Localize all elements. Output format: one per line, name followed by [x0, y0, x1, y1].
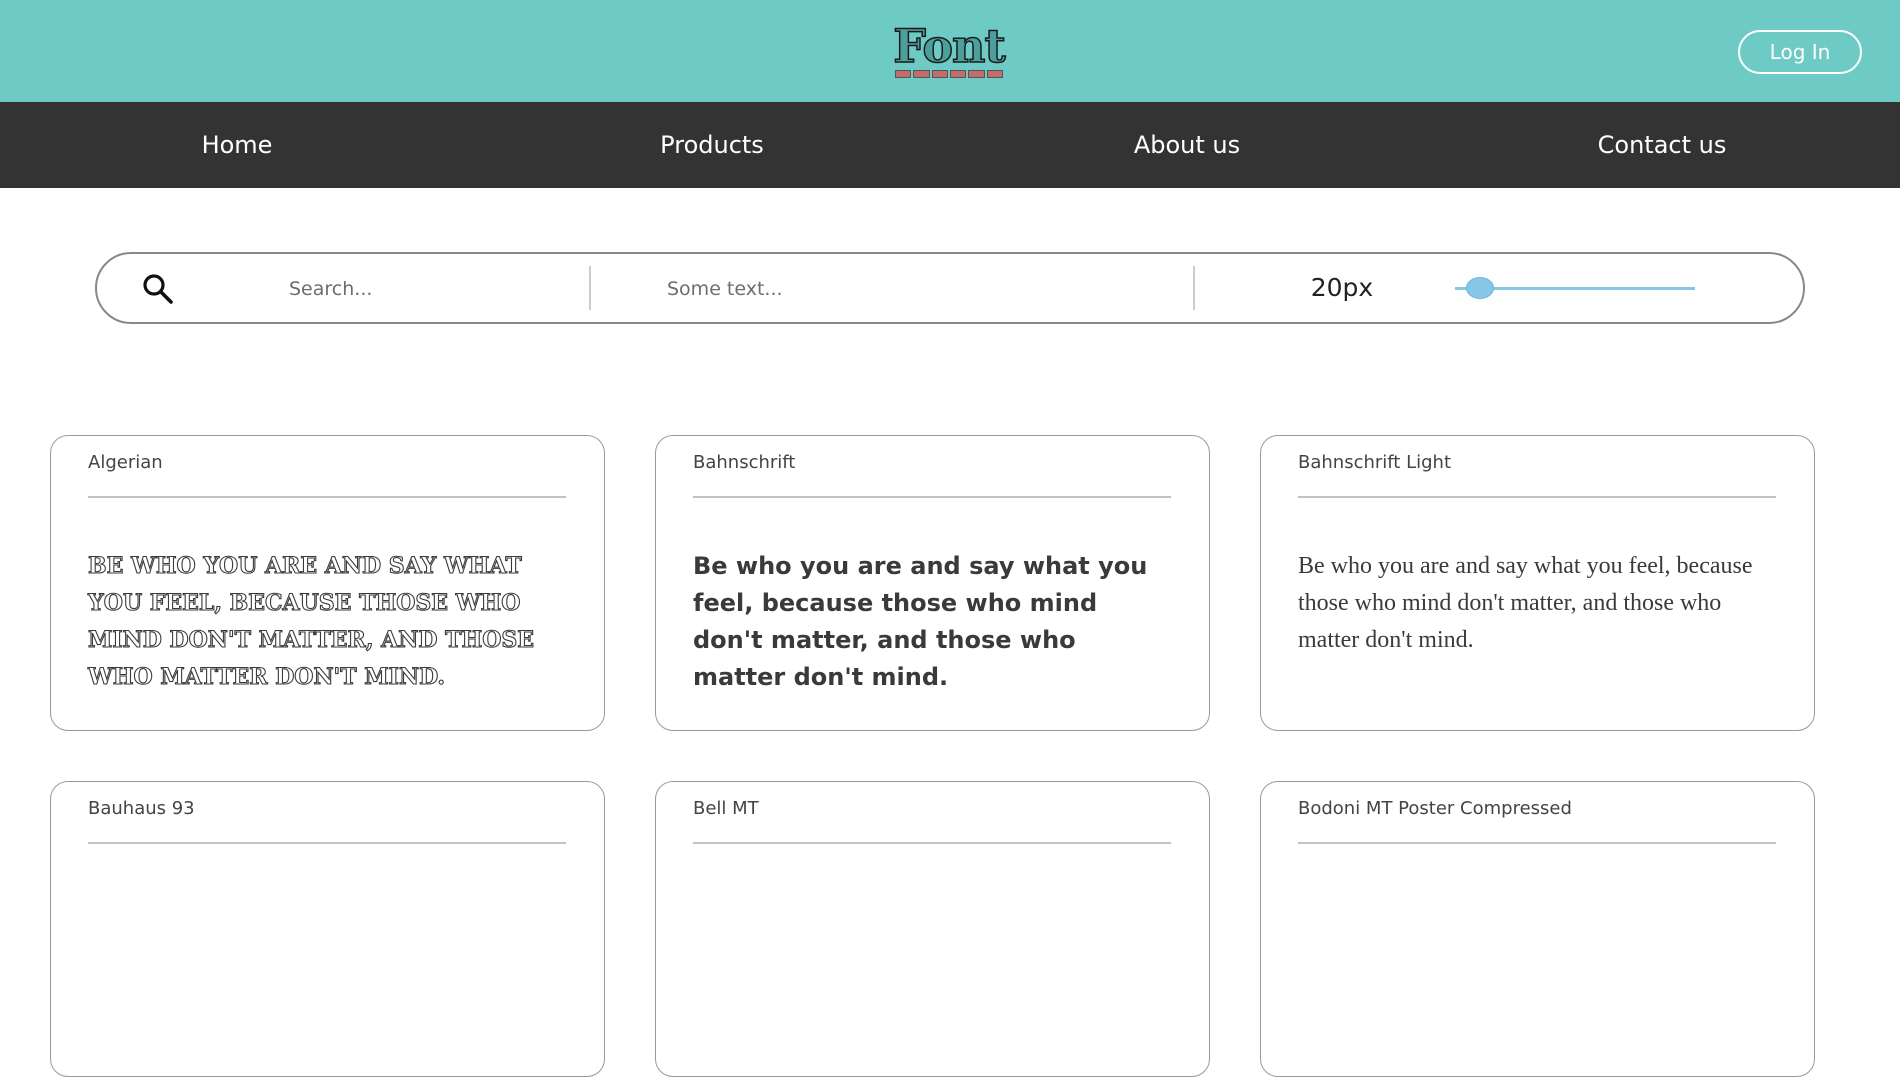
- font-size-slider-thumb[interactable]: [1465, 277, 1494, 299]
- card-divider: [693, 496, 1171, 498]
- controls-divider: [1193, 266, 1195, 310]
- font-name: Bodoni MT Poster Compressed: [1298, 798, 1572, 819]
- logo-decoration: [895, 70, 1003, 78]
- font-sample-text: Be who you are and say what you feel, be…: [1298, 553, 1753, 653]
- nav-item-products[interactable]: Products: [592, 102, 832, 188]
- font-name: Bahnschrift: [693, 452, 796, 473]
- font-controls-bar: 20px: [95, 252, 1805, 324]
- card-divider: [693, 842, 1171, 844]
- font-card[interactable]: Bahnschrift Be who you are and say what …: [655, 435, 1210, 731]
- search-icon[interactable]: [141, 272, 175, 306]
- login-button[interactable]: Log In: [1738, 30, 1862, 74]
- font-card[interactable]: Bell MT: [655, 781, 1210, 1077]
- font-name: Bahnschrift Light: [1298, 452, 1451, 473]
- font-name: Bell MT: [693, 798, 759, 819]
- font-size-value: 20px: [1310, 273, 1374, 302]
- card-divider: [1298, 496, 1776, 498]
- card-divider: [88, 496, 566, 498]
- site-logo[interactable]: Font: [892, 19, 1007, 78]
- logo-text: Font: [892, 19, 1006, 73]
- font-sample-text: Be who you are and say what you feel, be…: [87, 552, 535, 690]
- controls-divider: [589, 266, 591, 310]
- font-sample-text: Be who you are and say what you feel, be…: [693, 552, 1148, 691]
- main-navigation: Home Products About us Contact us: [0, 102, 1900, 188]
- nav-item-about-us[interactable]: About us: [1067, 102, 1307, 188]
- search-input[interactable]: [287, 270, 571, 308]
- font-card[interactable]: Bodoni MT Poster Compressed: [1260, 781, 1815, 1077]
- nav-item-home[interactable]: Home: [117, 102, 357, 188]
- font-card[interactable]: Bauhaus 93: [50, 781, 605, 1077]
- card-divider: [1298, 842, 1776, 844]
- font-name: Algerian: [88, 452, 163, 473]
- card-divider: [88, 842, 566, 844]
- font-name: Bauhaus 93: [88, 798, 195, 819]
- font-card[interactable]: Algerian Be who you are and say what you…: [50, 435, 605, 731]
- sample-text-input[interactable]: [665, 270, 1169, 308]
- font-card[interactable]: Bahnschrift Light Be who you are and say…: [1260, 435, 1815, 731]
- nav-item-contact-us[interactable]: Contact us: [1542, 102, 1782, 188]
- top-header: Font Log In: [0, 0, 1900, 102]
